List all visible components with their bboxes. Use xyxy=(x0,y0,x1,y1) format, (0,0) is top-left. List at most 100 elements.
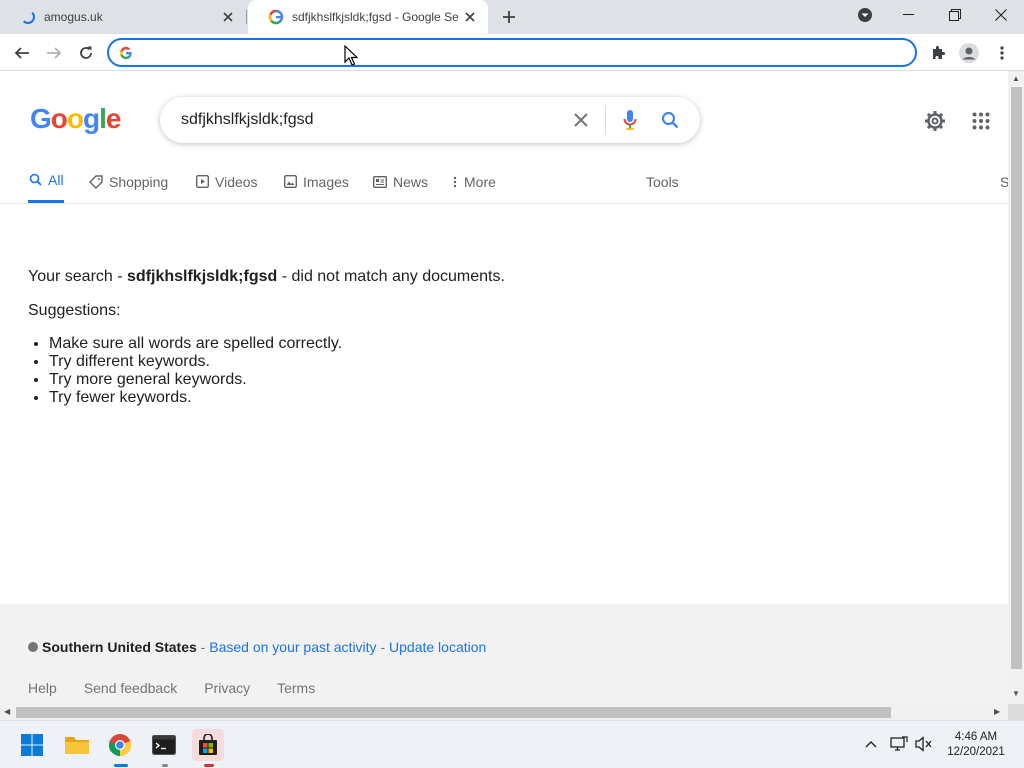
logo-letter: e xyxy=(105,103,122,134)
reload-button[interactable] xyxy=(72,39,100,67)
store-attention-indicator xyxy=(204,764,214,767)
footer-help-link[interactable]: Help xyxy=(28,680,57,696)
scroll-right-icon[interactable]: ▶ xyxy=(994,707,1000,716)
no-match-query: sdfjkhslfkjsldk;fgsd xyxy=(127,268,278,285)
footer-links: Help Send feedback Privacy Terms xyxy=(28,680,342,696)
address-bar[interactable] xyxy=(107,38,917,67)
tab-news[interactable]: News xyxy=(373,159,428,204)
tab-google-search[interactable]: sdfjkhslfkjsldk;fgsd - Google Sear xyxy=(248,0,488,34)
browser-menu-icon[interactable] xyxy=(988,39,1016,67)
tab-videos[interactable]: Videos xyxy=(195,159,258,204)
tab-news-label: News xyxy=(393,173,429,190)
search-query-text[interactable]: sdfjkhslfkjsldk;fgsd xyxy=(181,111,561,129)
scroll-up-icon[interactable]: ▲ xyxy=(1012,74,1020,83)
update-location-link[interactable]: Update location xyxy=(389,639,486,655)
suggestion-item: Make sure all words are spelled correctl… xyxy=(49,335,728,353)
tab-title: amogus.uk xyxy=(44,10,103,24)
tools-button[interactable]: Tools xyxy=(646,159,679,204)
safesearch-button[interactable]: S xyxy=(1000,159,1008,204)
news-icon xyxy=(373,175,387,189)
logo-letter: o xyxy=(50,103,68,134)
more-vert-icon xyxy=(452,175,458,189)
clock-date: 12/20/2021 xyxy=(947,746,1005,758)
forward-button[interactable] xyxy=(40,39,68,67)
logo-letter: o xyxy=(66,103,84,134)
tab-images-label: Images xyxy=(303,173,349,190)
terminal-icon[interactable] xyxy=(148,729,180,761)
voice-search-icon[interactable] xyxy=(610,97,650,143)
minimize-button[interactable] xyxy=(886,0,932,30)
restore-button[interactable] xyxy=(932,0,978,30)
google-logo[interactable]: Google xyxy=(30,103,122,135)
suggestions-heading: Suggestions: xyxy=(28,302,121,319)
tab-strip: amogus.uk sdfjkhslfkjsldk;fgsd - Google … xyxy=(0,0,1024,34)
tools-label: Tools xyxy=(646,173,679,190)
browser-toolbar xyxy=(0,34,1024,71)
profile-avatar-icon[interactable] xyxy=(955,39,983,67)
scroll-left-icon[interactable]: ◀ xyxy=(4,707,10,716)
tab-videos-label: Videos xyxy=(215,173,258,190)
tab-images[interactable]: Images xyxy=(283,159,349,204)
tab-all[interactable]: All xyxy=(28,159,64,203)
taskbar: 4:46 AM 12/20/2021 xyxy=(0,720,1024,768)
search-nav-tabs: All Shopping Videos Images News More Too… xyxy=(0,159,1008,204)
address-input[interactable] xyxy=(141,44,915,61)
image-icon xyxy=(283,175,297,189)
location-separator: - xyxy=(376,639,390,655)
suggestions-list: Make sure all words are spelled correctl… xyxy=(28,335,728,407)
logo-letter: G xyxy=(30,103,52,134)
file-explorer-icon[interactable] xyxy=(61,729,93,761)
horizontal-scrollbar[interactable]: ◀ ▶ xyxy=(0,704,1008,720)
google-apps-grid-icon[interactable] xyxy=(967,107,995,135)
back-button[interactable] xyxy=(8,39,36,67)
new-tab-button[interactable] xyxy=(497,5,521,29)
location-name: Southern United States xyxy=(42,639,197,655)
tab-more-label: More xyxy=(464,173,496,190)
network-monitor-icon[interactable] xyxy=(888,733,910,755)
search-box[interactable]: sdfjkhslfkjsldk;fgsd xyxy=(160,97,700,143)
no-match-suffix: - did not match any documents. xyxy=(277,268,505,285)
play-icon xyxy=(195,175,209,189)
vertical-scrollbar[interactable]: ▲ ▼ xyxy=(1008,71,1024,704)
tab-amogus[interactable]: amogus.uk xyxy=(0,0,246,34)
logo-letter: g xyxy=(83,103,100,134)
volume-muted-icon[interactable] xyxy=(913,733,935,755)
scroll-down-icon[interactable]: ▼ xyxy=(1012,689,1020,698)
tab-close-icon[interactable] xyxy=(458,5,482,29)
location-dot-icon xyxy=(28,642,38,652)
search-icon[interactable] xyxy=(650,97,690,143)
clock-time: 4:46 AM xyxy=(954,731,998,743)
system-clock[interactable]: 4:46 AM 12/20/2021 xyxy=(944,730,1008,760)
tab-title: sdfjkhslfkjsldk;fgsd - Google Sear xyxy=(292,10,458,24)
start-windows-icon[interactable] xyxy=(16,729,48,761)
tab-close-icon[interactable] xyxy=(216,5,240,29)
tab-all-label: All xyxy=(48,171,64,188)
extensions-icon[interactable] xyxy=(924,39,952,67)
horizontal-scroll-thumb[interactable] xyxy=(16,707,891,718)
footer-terms-link[interactable]: Terms xyxy=(277,680,315,696)
tab-shopping[interactable]: Shopping xyxy=(89,159,168,204)
footer-send-feedback-link[interactable]: Send feedback xyxy=(84,680,177,696)
terminal-running-indicator xyxy=(162,764,168,767)
no-match-prefix: Your search - xyxy=(28,268,128,285)
clear-search-icon[interactable] xyxy=(561,97,601,143)
page-footer: Southern United States - Based on your p… xyxy=(0,604,1008,704)
store-bag-icon[interactable] xyxy=(192,729,224,761)
logo-letter: l xyxy=(99,103,107,134)
past-activity-link[interactable]: Based on your past activity xyxy=(209,639,376,655)
location-line: Southern United States - Based on your p… xyxy=(28,639,486,655)
vertical-scroll-thumb[interactable] xyxy=(1011,87,1022,669)
tray-overflow-chevron-icon[interactable] xyxy=(860,733,882,755)
search-icon xyxy=(28,173,42,187)
tab-shopping-label: Shopping xyxy=(109,173,169,190)
chrome-active-indicator xyxy=(114,764,128,767)
tab-separator xyxy=(246,10,247,24)
chrome-taskbar-icon[interactable] xyxy=(104,729,136,761)
tab-more[interactable]: More xyxy=(452,159,496,204)
suggestion-item: Try fewer keywords. xyxy=(49,389,728,407)
google-favicon-icon xyxy=(268,9,284,25)
settings-gear-icon[interactable] xyxy=(921,107,949,135)
tab-search-button[interactable] xyxy=(842,0,888,30)
close-window-button[interactable] xyxy=(978,0,1024,30)
footer-privacy-link[interactable]: Privacy xyxy=(204,680,250,696)
